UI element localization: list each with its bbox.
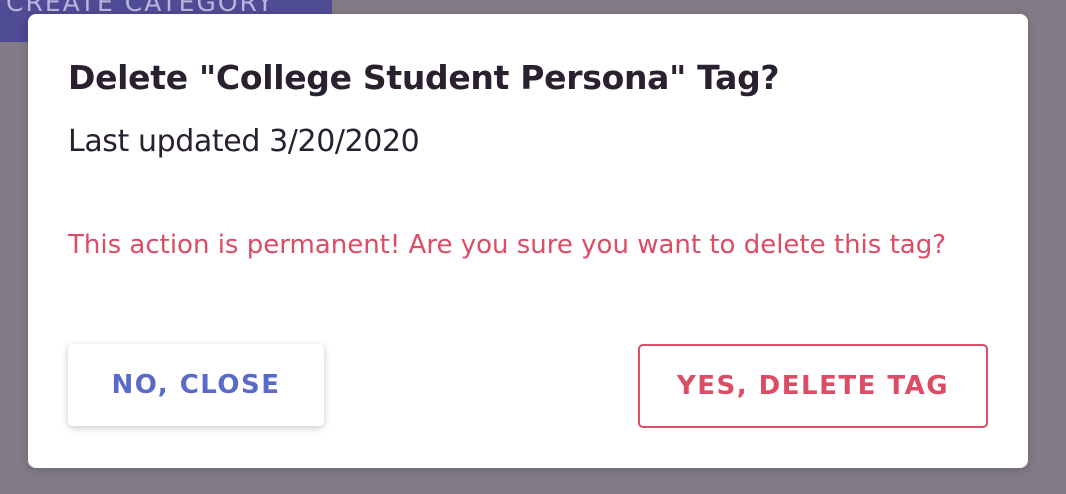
no-close-button[interactable]: NO, CLOSE <box>68 344 324 426</box>
delete-tag-dialog: Delete "College Student Persona" Tag? La… <box>28 14 1028 468</box>
warning-message: This action is permanent! Are you sure y… <box>68 230 947 260</box>
last-updated-text: Last updated 3/20/2020 <box>68 124 420 159</box>
dialog-title: Delete "College Student Persona" Tag? <box>68 58 780 97</box>
yes-delete-tag-button[interactable]: YES, DELETE TAG <box>638 344 988 428</box>
